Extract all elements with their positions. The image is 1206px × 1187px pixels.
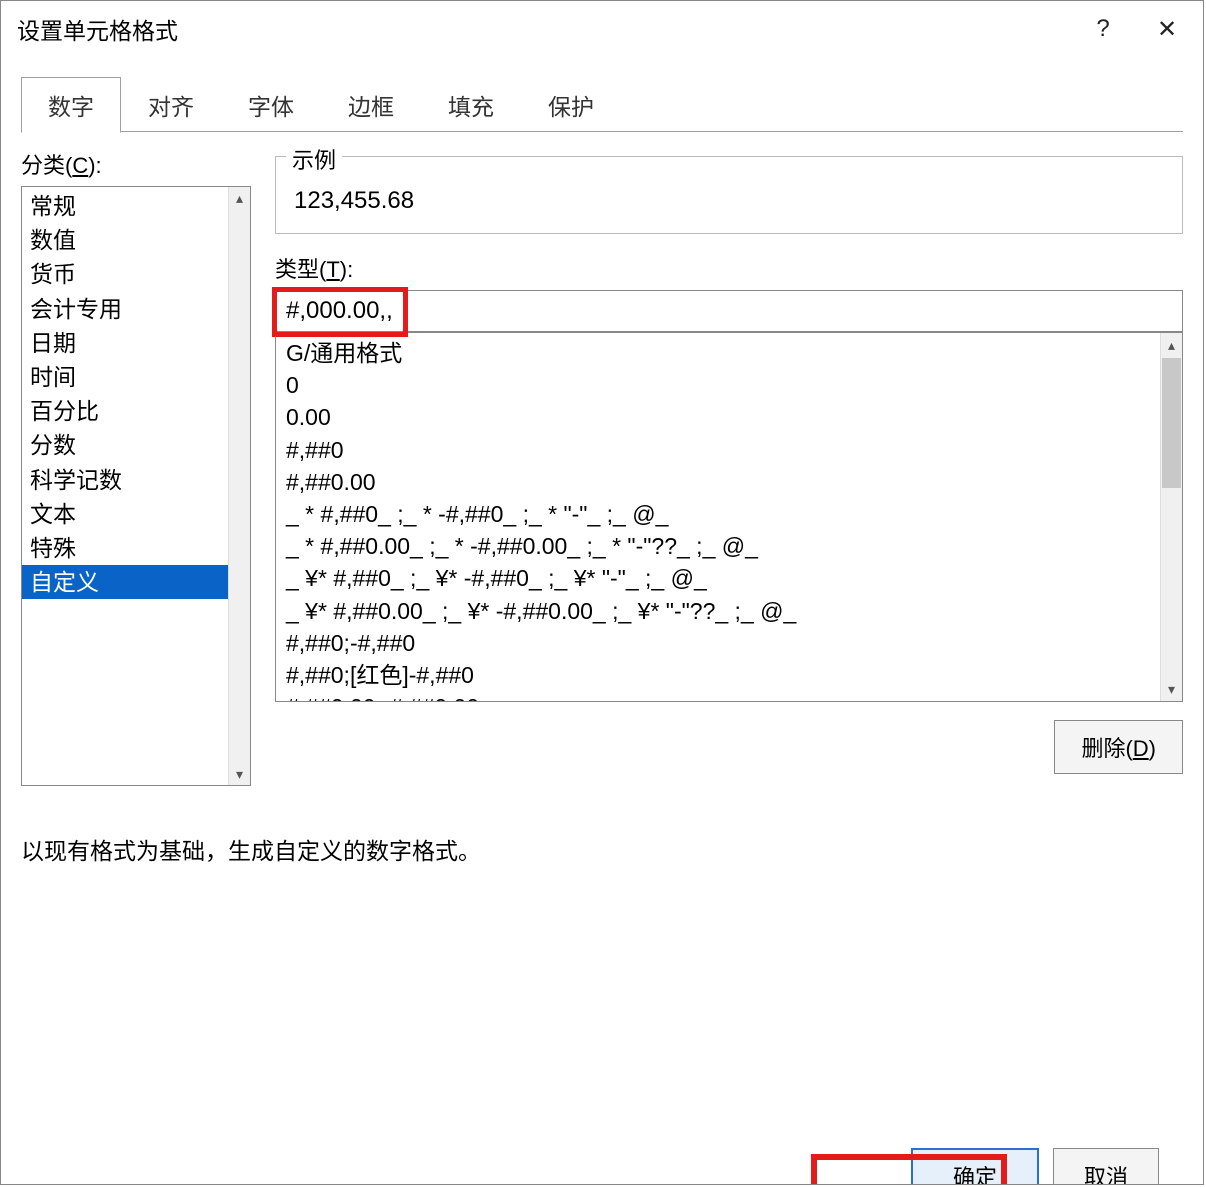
type-input-wrap xyxy=(275,290,1183,332)
format-item[interactable]: 0.00 xyxy=(276,401,1160,433)
scrollbar-thumb[interactable] xyxy=(1162,358,1181,488)
scroll-up-icon[interactable]: ▴ xyxy=(1161,333,1182,357)
category-item[interactable]: 分数 xyxy=(22,428,228,462)
help-button[interactable]: ? xyxy=(1071,1,1135,57)
category-scrollbar[interactable]: ▴ ▾ xyxy=(228,187,250,785)
scroll-up-icon[interactable]: ▴ xyxy=(229,187,250,209)
close-button[interactable]: ✕ xyxy=(1135,1,1199,57)
format-item[interactable]: G/通用格式 xyxy=(276,337,1160,369)
format-item[interactable]: 0 xyxy=(276,369,1160,401)
category-item[interactable]: 特殊 xyxy=(22,531,228,565)
category-item[interactable]: 科学记数 xyxy=(22,463,228,497)
titlebar: 设置单元格格式 ? ✕ xyxy=(1,1,1203,57)
tab-protection[interactable]: 保护 xyxy=(521,77,621,132)
scroll-down-icon[interactable]: ▾ xyxy=(229,763,250,785)
tab-fill[interactable]: 填充 xyxy=(421,77,521,132)
format-item[interactable]: _ ¥* #,##0_ ;_ ¥* -#,##0_ ;_ ¥* "-"_ ;_ … xyxy=(276,562,1160,594)
format-item[interactable]: #,##0;-#,##0 xyxy=(276,627,1160,659)
format-cells-dialog: 设置单元格格式 ? ✕ 数字 对齐 字体 边框 填充 保护 分类(C): 常规数… xyxy=(0,0,1204,1185)
sample-group: 示例 123,455.68 xyxy=(275,156,1183,234)
sample-legend: 示例 xyxy=(286,143,342,175)
tab-strip: 数字 对齐 字体 边框 填充 保护 xyxy=(1,57,1203,132)
format-scrollbar[interactable]: ▴ ▾ xyxy=(1160,333,1182,701)
dialog-body: 分类(C): 常规数值货币会计专用日期时间百分比分数科学记数文本特殊自定义 ▴ … xyxy=(1,132,1203,1184)
category-listbox[interactable]: 常规数值货币会计专用日期时间百分比分数科学记数文本特殊自定义 ▴ ▾ xyxy=(21,186,251,786)
tab-alignment[interactable]: 对齐 xyxy=(121,77,221,132)
format-item[interactable]: #,##0;[红色]-#,##0 xyxy=(276,659,1160,691)
scroll-down-icon[interactable]: ▾ xyxy=(1161,677,1182,701)
tab-border[interactable]: 边框 xyxy=(321,77,421,132)
delete-button[interactable]: 删除(D) xyxy=(1054,720,1183,774)
category-item[interactable]: 常规 xyxy=(22,189,228,223)
category-item[interactable]: 自定义 xyxy=(22,565,228,599)
hint-text: 以现有格式为基础，生成自定义的数字格式。 xyxy=(21,832,1183,866)
tab-font[interactable]: 字体 xyxy=(221,77,321,132)
category-label: 分类(C): xyxy=(21,148,251,180)
type-input[interactable] xyxy=(276,291,1182,331)
window-title: 设置单元格格式 xyxy=(17,12,1071,46)
sample-value: 123,455.68 xyxy=(294,187,1164,215)
ok-button[interactable]: 确定 xyxy=(911,1148,1039,1184)
cancel-button[interactable]: 取消 xyxy=(1053,1148,1159,1184)
type-label: 类型(T): xyxy=(275,252,1183,284)
category-item[interactable]: 时间 xyxy=(22,360,228,394)
format-listbox[interactable]: G/通用格式00.00#,##0#,##0.00_ * #,##0_ ;_ * … xyxy=(275,332,1183,702)
format-item[interactable]: #,##0.00;-#,##0.00 xyxy=(276,691,1160,701)
format-item[interactable]: #,##0 xyxy=(276,434,1160,466)
format-item[interactable]: _ * #,##0_ ;_ * -#,##0_ ;_ * "-"_ ;_ @_ xyxy=(276,498,1160,530)
format-item[interactable]: #,##0.00 xyxy=(276,466,1160,498)
category-item[interactable]: 百分比 xyxy=(22,394,228,428)
category-item[interactable]: 会计专用 xyxy=(22,292,228,326)
category-item[interactable]: 数值 xyxy=(22,223,228,257)
format-item[interactable]: _ ¥* #,##0.00_ ;_ ¥* -#,##0.00_ ;_ ¥* "-… xyxy=(276,595,1160,627)
category-item[interactable]: 文本 xyxy=(22,497,228,531)
tab-number[interactable]: 数字 xyxy=(21,77,121,133)
category-item[interactable]: 货币 xyxy=(22,257,228,291)
format-item[interactable]: _ * #,##0.00_ ;_ * -#,##0.00_ ;_ * "-"??… xyxy=(276,530,1160,562)
category-item[interactable]: 日期 xyxy=(22,326,228,360)
